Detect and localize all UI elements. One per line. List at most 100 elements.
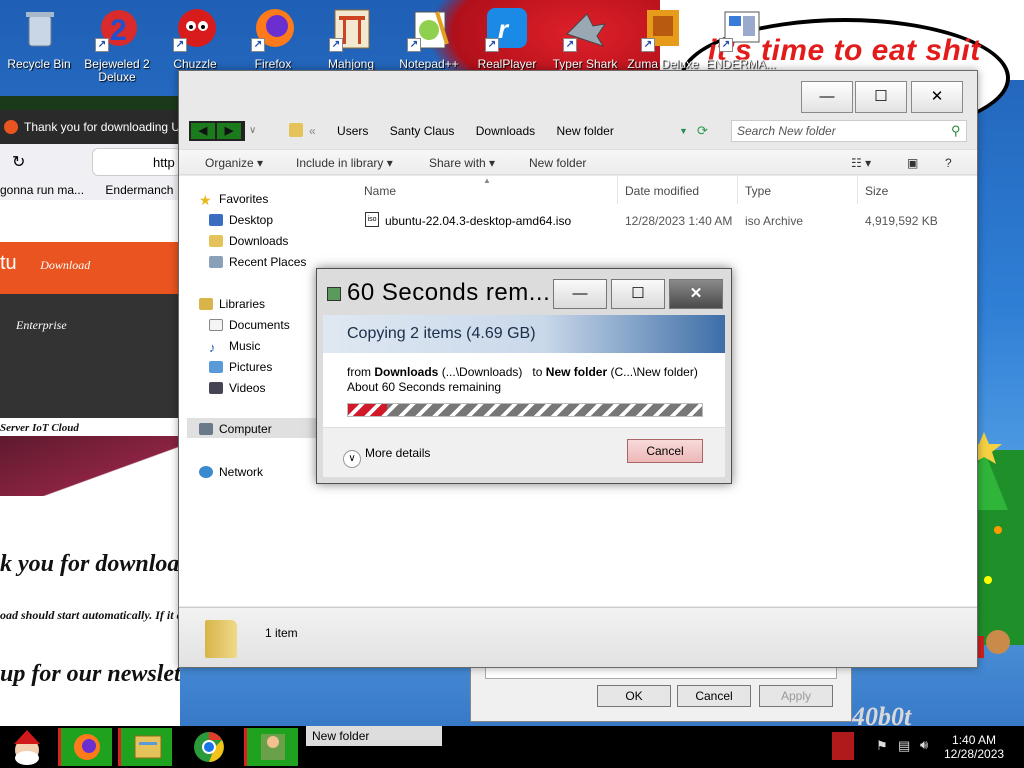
- nav-recent-places[interactable]: Recent Places: [209, 255, 306, 269]
- desktop-icon-enderman[interactable]: ↗ ENDERMA...: [704, 6, 778, 71]
- cancel-button[interactable]: Cancel: [677, 685, 751, 707]
- recycle-bin-icon: [26, 12, 54, 47]
- taskbar-window-label[interactable]: New folder: [306, 726, 442, 746]
- breadcrumb-item[interactable]: New folder: [556, 124, 613, 138]
- column-header-type[interactable]: Type: [745, 184, 771, 198]
- view-options-icon[interactable]: ☷ ▾: [851, 156, 871, 170]
- column-separator: [617, 176, 618, 204]
- column-header-size[interactable]: Size: [865, 184, 888, 198]
- include-in-library-button[interactable]: Include in library ▾: [296, 156, 393, 170]
- start-button[interactable]: [2, 728, 56, 766]
- music-icon: ♪: [209, 340, 216, 355]
- desktop-icon-realplayer[interactable]: r ↗ RealPlayer: [470, 6, 544, 71]
- close-button[interactable]: ✕: [911, 81, 963, 113]
- shortcut-arrow-icon: ↗: [641, 38, 655, 52]
- copy-progress-dialog[interactable]: 60 Seconds rem... — ☐ ✕ Copying 2 items …: [316, 268, 732, 484]
- copy-close-button[interactable]: ✕: [669, 279, 723, 309]
- desktop-icon-firefox[interactable]: ↗ Firefox: [236, 6, 310, 71]
- back-button[interactable]: ◀: [191, 123, 215, 139]
- browser-window[interactable]: Thank you for downloading U ↻ ⛉ 🔒︎ http …: [0, 96, 180, 730]
- maximize-button[interactable]: ☐: [855, 81, 907, 113]
- network-icon: [199, 466, 213, 478]
- share-with-button[interactable]: Share with ▾: [429, 156, 495, 170]
- shortcut-arrow-icon: ↗: [329, 38, 343, 52]
- organize-button[interactable]: Organize ▾: [205, 156, 263, 170]
- ok-button[interactable]: OK: [597, 685, 671, 707]
- copy-dialog-icon: [327, 287, 341, 301]
- desktop-icon-notepad-plus[interactable]: ↗ Notepad++: [392, 6, 466, 71]
- clock[interactable]: 1:40 AM 12/28/2023: [944, 733, 1004, 761]
- downloads-folder-icon: [209, 235, 223, 247]
- recent-locations-chevron-icon[interactable]: ∨: [249, 125, 256, 136]
- iso-file-icon: iso: [365, 212, 379, 227]
- bookmark-item[interactable]: gonna run ma...: [0, 183, 84, 197]
- properties-dialog[interactable]: OK Cancel Apply: [470, 660, 852, 722]
- nav-downloads[interactable]: Downloads: [209, 234, 288, 248]
- apply-button[interactable]: Apply: [759, 685, 833, 707]
- column-separator: [737, 176, 738, 204]
- copy-minimize-button[interactable]: —: [553, 279, 607, 309]
- column-header-name[interactable]: Name: [364, 184, 396, 198]
- column-header-date[interactable]: Date modified: [625, 184, 699, 198]
- shortcut-arrow-icon: ↗: [719, 38, 733, 52]
- desktop-icon-chuzzle[interactable]: ↗ Chuzzle: [158, 6, 232, 71]
- nav-music[interactable]: ♪ Music: [209, 339, 260, 355]
- breadcrumb-item[interactable]: Santy Claus: [390, 124, 455, 138]
- copy-cancel-button[interactable]: Cancel: [627, 439, 703, 463]
- refresh-icon[interactable]: ⟳: [697, 123, 708, 139]
- nav-favorites[interactable]: ★ Favorites: [199, 192, 268, 208]
- breadcrumb-item[interactable]: Downloads: [476, 124, 535, 138]
- desktop-icon-mahjong[interactable]: ↗ Mahjong: [314, 6, 388, 71]
- breadcrumb: « Users Santy Claus Downloads New folder: [309, 124, 614, 138]
- file-row[interactable]: iso ubuntu-22.04.3-desktop-amd64.iso 12/…: [365, 212, 945, 230]
- more-details-toggle[interactable]: ∨ More details: [343, 446, 430, 468]
- source-link[interactable]: Downloads: [374, 365, 438, 379]
- nav-videos[interactable]: Videos: [209, 381, 265, 395]
- minimize-button[interactable]: —: [801, 81, 853, 113]
- target-link[interactable]: New folder: [546, 365, 607, 379]
- browser-url-field[interactable]: http: [92, 148, 180, 176]
- videos-icon: [209, 382, 223, 394]
- star-icon: ★: [199, 192, 212, 208]
- desktop-icon-label: Recycle Bin: [7, 58, 71, 71]
- flag-icon[interactable]: ⚑: [876, 738, 888, 754]
- firefox-icon: [74, 734, 100, 760]
- newsletter-heading: up for our newsletter: [0, 661, 180, 687]
- network-tray-icon[interactable]: ▤: [898, 738, 910, 754]
- browser-tab[interactable]: Thank you for downloading U: [0, 110, 180, 144]
- game-character-icon: [261, 734, 285, 760]
- desktop-icon-recycle-bin[interactable]: Recycle Bin: [2, 6, 76, 71]
- nav-enterprise[interactable]: Enterprise: [16, 318, 67, 333]
- search-input[interactable]: Search New folder: [731, 120, 967, 142]
- nav-desktop[interactable]: Desktop: [209, 213, 273, 227]
- nav-computer[interactable]: Computer: [199, 422, 272, 436]
- search-icon[interactable]: ⚲: [951, 123, 961, 139]
- breadcrumb-item[interactable]: Users: [337, 124, 368, 138]
- system-tray: ⚑ ▤ 🔊︎ 1:40 AM 12/28/2023: [832, 730, 1024, 766]
- desktop-icon-bejeweled[interactable]: 2 ↗ Bejeweled 2 Deluxe: [80, 6, 154, 84]
- taskbar-chrome[interactable]: [182, 728, 236, 766]
- nav-pictures[interactable]: Pictures: [209, 360, 272, 374]
- chrome-icon: [194, 732, 224, 762]
- address-dropdown-icon[interactable]: ▼: [679, 126, 688, 136]
- nav-documents[interactable]: Documents: [209, 318, 290, 332]
- help-icon[interactable]: ?: [945, 156, 952, 170]
- nav-download[interactable]: Download: [40, 258, 90, 272]
- action-center-icon[interactable]: [832, 732, 854, 760]
- forward-button[interactable]: ▶: [217, 123, 241, 139]
- nav-network[interactable]: Network: [199, 465, 263, 479]
- taskbar-explorer[interactable]: [118, 728, 172, 766]
- file-name: ubuntu-22.04.3-desktop-amd64.iso: [385, 214, 572, 228]
- preview-pane-icon[interactable]: ▣: [907, 156, 918, 170]
- taskbar-firefox[interactable]: [58, 728, 112, 766]
- new-folder-button[interactable]: New folder: [529, 156, 586, 170]
- desktop-icon-zuma[interactable]: ↗ Zuma Deluxe: [626, 6, 700, 71]
- nav-libraries[interactable]: Libraries: [199, 297, 265, 311]
- shortcut-arrow-icon: ↗: [563, 38, 577, 52]
- reload-icon[interactable]: ↻: [12, 152, 25, 172]
- desktop-icon-typer-shark[interactable]: ↗ Typer Shark: [548, 6, 622, 71]
- volume-icon[interactable]: 🔊︎: [920, 737, 928, 753]
- copy-maximize-button[interactable]: ☐: [611, 279, 665, 309]
- bookmark-item[interactable]: Endermanch: [105, 183, 173, 197]
- taskbar-app[interactable]: [244, 728, 298, 766]
